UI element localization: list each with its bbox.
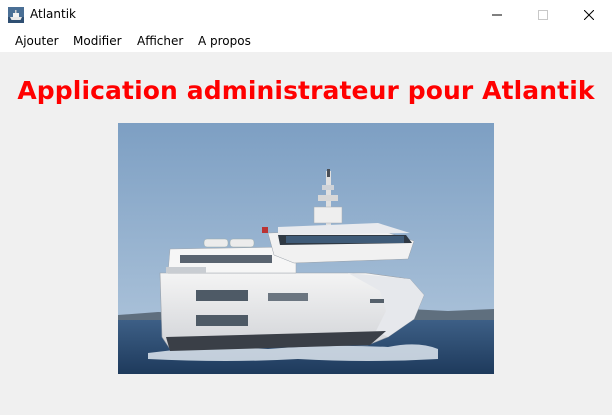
title-bar: Atlantik — [0, 0, 612, 30]
ferry-icon — [8, 7, 24, 23]
minimize-button[interactable] — [474, 0, 520, 30]
menu-bar: Ajouter Modifier Afficher A propos — [0, 30, 612, 52]
menu-afficher[interactable]: Afficher — [136, 34, 184, 48]
maximize-icon — [538, 10, 548, 20]
close-button[interactable] — [566, 0, 612, 30]
ferry-photo — [118, 123, 494, 374]
minimize-icon — [492, 14, 502, 16]
maximize-button[interactable] — [520, 0, 566, 30]
window-title: Atlantik — [30, 7, 76, 21]
menu-modifier[interactable]: Modifier — [72, 34, 123, 48]
menu-a-propos[interactable]: A propos — [197, 34, 252, 48]
page-title: Application administrateur pour Atlantik — [17, 76, 595, 105]
close-icon — [584, 10, 594, 20]
menu-ajouter[interactable]: Ajouter — [14, 34, 60, 48]
